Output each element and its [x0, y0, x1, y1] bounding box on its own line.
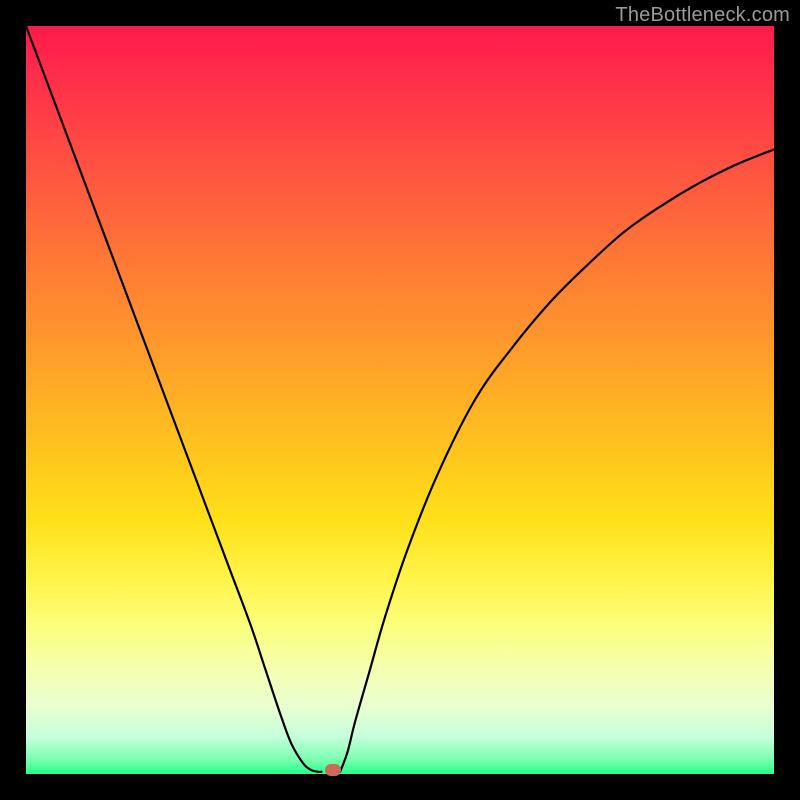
plot-area: [26, 26, 774, 774]
curve-right-branch: [340, 149, 774, 771]
watermark-text: TheBottleneck.com: [615, 4, 790, 27]
curve-left-branch: [26, 26, 321, 772]
chart-frame: TheBottleneck.com: [0, 0, 800, 800]
bottleneck-curve: [26, 26, 774, 774]
optimal-marker: [325, 764, 341, 776]
